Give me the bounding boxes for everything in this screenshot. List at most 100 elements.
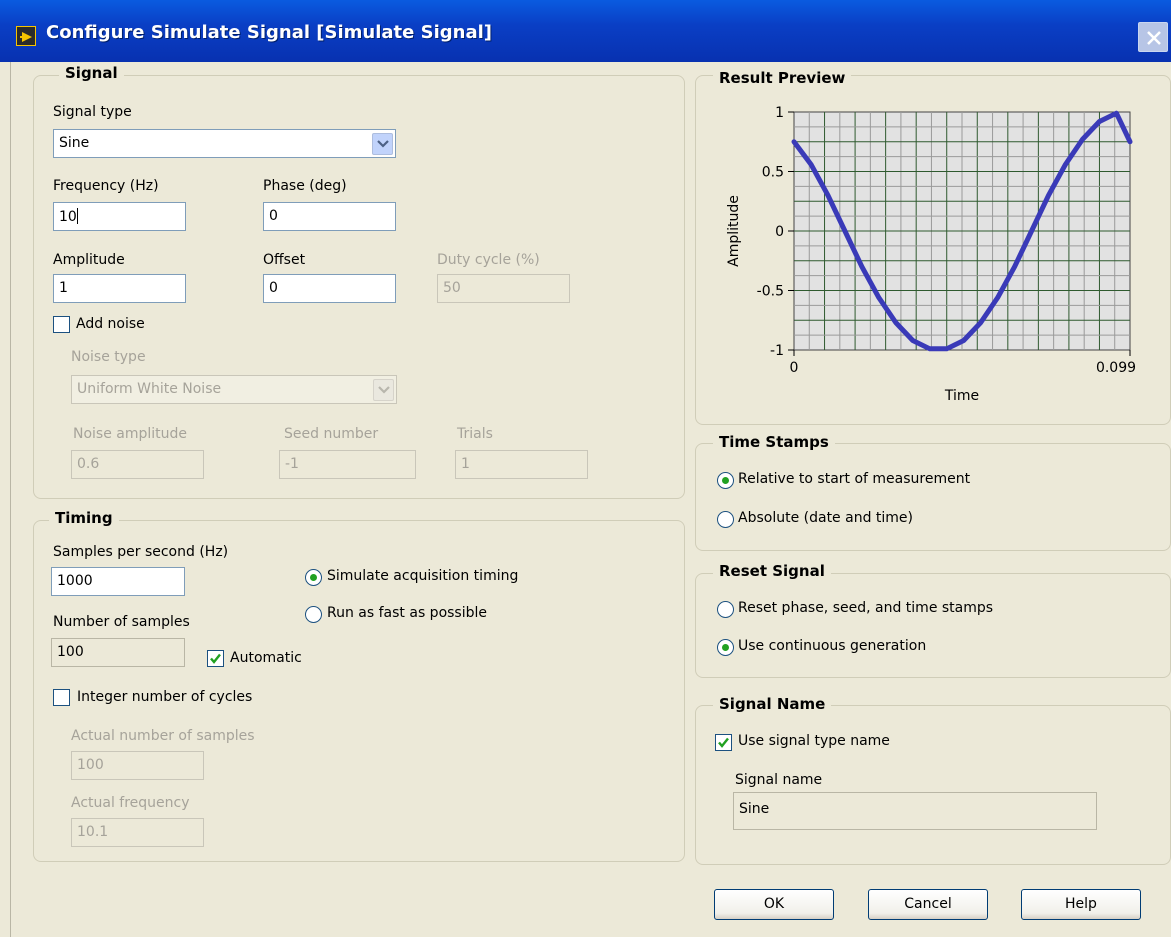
run-fast-radio[interactable] — [305, 606, 322, 623]
ok-button[interactable]: OK — [714, 889, 834, 920]
chevron-down-icon[interactable] — [373, 379, 394, 401]
noise-amplitude-label: Noise amplitude — [73, 426, 188, 442]
run-fast-label[interactable]: Run as fast as possible — [327, 605, 487, 621]
simulate-timing-label[interactable]: Simulate acquisition timing — [327, 568, 518, 584]
checkmark-icon — [718, 737, 729, 748]
checkmark-icon — [210, 653, 221, 664]
reset-phase-radio[interactable] — [717, 601, 734, 618]
integer-cycles-checkbox[interactable] — [53, 689, 70, 706]
offset-input[interactable]: 0 — [263, 274, 396, 303]
phase-input[interactable]: 0 — [263, 202, 396, 231]
series-point — [843, 229, 847, 233]
series-point — [928, 347, 932, 351]
series-point — [979, 321, 983, 325]
actual-frequency-input: 10.1 — [71, 818, 204, 847]
cancel-button[interactable]: Cancel — [868, 889, 988, 920]
actual-samples-label: Actual number of samples — [71, 728, 255, 744]
signal-name-label: Signal name — [735, 772, 823, 788]
x-tick-label: 0.099 — [1096, 360, 1136, 376]
y-tick-label: -0.5 — [757, 284, 784, 300]
signal-name-input[interactable]: Sine — [733, 792, 1097, 830]
series-point — [792, 140, 796, 144]
series-point — [894, 321, 898, 325]
series-point — [826, 193, 830, 197]
time-stamps-group — [695, 443, 1171, 551]
series-point — [1064, 162, 1068, 166]
amplitude-input[interactable]: 1 — [53, 274, 186, 303]
samples-per-second-input[interactable]: 1000 — [51, 567, 185, 596]
relative-timestamp-radio[interactable] — [717, 472, 734, 489]
frequency-input[interactable]: 10 — [53, 202, 186, 231]
continuous-generation-radio[interactable] — [717, 639, 734, 656]
x-axis-label: Time — [944, 388, 979, 404]
signal-group-label: Signal — [59, 64, 124, 82]
dialog-window: Configure Simulate Signal [Simulate Sign… — [0, 0, 1171, 937]
amplitude-label: Amplitude — [53, 252, 125, 268]
y-tick-label: 0 — [775, 224, 784, 240]
trials-input[interactable]: 1 — [455, 450, 588, 479]
series-point — [911, 338, 915, 342]
absolute-timestamp-radio[interactable] — [717, 511, 734, 528]
title-bar[interactable]: Configure Simulate Signal [Simulate Sign… — [0, 0, 1171, 62]
series-point — [962, 338, 966, 342]
signal-name-group-label: Signal Name — [713, 695, 832, 713]
add-noise-checkbox[interactable] — [53, 316, 70, 333]
phase-label: Phase (deg) — [263, 178, 347, 194]
series-point — [1013, 265, 1017, 269]
result-preview-group-label: Result Preview — [713, 69, 852, 87]
noise-type-select[interactable]: Uniform White Noise — [71, 375, 397, 404]
number-of-samples-input[interactable]: 100 — [51, 638, 185, 667]
noise-type-value: Uniform White Noise — [77, 381, 222, 397]
signal-type-label: Signal type — [53, 104, 132, 120]
dialog-title: Configure Simulate Signal [Simulate Sign… — [46, 22, 493, 43]
automatic-checkbox[interactable] — [207, 650, 224, 667]
help-button[interactable]: Help — [1021, 889, 1141, 920]
add-noise-label[interactable]: Add noise — [76, 316, 145, 332]
x-tick-label: 0 — [790, 360, 799, 376]
relative-timestamp-label[interactable]: Relative to start of measurement — [738, 471, 970, 487]
actual-frequency-label: Actual frequency — [71, 795, 190, 811]
simulate-timing-radio[interactable] — [305, 569, 322, 586]
series-point — [1080, 137, 1084, 141]
series-point — [945, 347, 949, 351]
dialog-content: Signal Signal type Sine Frequency (Hz) 1… — [10, 62, 1171, 937]
offset-label: Offset — [263, 252, 306, 268]
absolute-timestamp-label[interactable]: Absolute (date and time) — [738, 510, 913, 526]
time-stamps-group-label: Time Stamps — [713, 433, 835, 451]
noise-type-label: Noise type — [71, 349, 146, 365]
frequency-label: Frequency (Hz) — [53, 178, 159, 194]
result-preview-chart: 1 0.5 0 -0.5 -1 0 0.099 Time Amplitude — [701, 94, 1165, 414]
timing-group-label: Timing — [49, 509, 119, 527]
automatic-label[interactable]: Automatic — [230, 650, 302, 666]
series-point — [1030, 229, 1034, 233]
series-point — [1047, 193, 1051, 197]
series-point — [860, 265, 864, 269]
y-tick-label: 0.5 — [762, 165, 784, 181]
y-tick-label: -1 — [770, 343, 784, 359]
seed-number-label: Seed number — [284, 426, 379, 442]
noise-amplitude-input[interactable]: 0.6 — [71, 450, 204, 479]
reset-phase-label[interactable]: Reset phase, seed, and time stamps — [738, 600, 993, 616]
integer-cycles-label[interactable]: Integer number of cycles — [77, 689, 252, 705]
labview-express-icon — [16, 26, 36, 46]
series-point — [996, 296, 1000, 300]
continuous-generation-label[interactable]: Use continuous generation — [738, 638, 926, 654]
actual-samples-input: 100 — [71, 751, 204, 780]
reset-signal-group — [695, 573, 1171, 678]
use-type-name-checkbox[interactable] — [715, 734, 732, 751]
series-point — [1097, 120, 1101, 124]
chart-svg: 1 0.5 0 -0.5 -1 0 0.099 Time Amplitude — [726, 105, 1136, 404]
series-point — [877, 296, 881, 300]
chevron-down-icon[interactable] — [372, 133, 393, 155]
series-point — [1114, 111, 1118, 115]
use-type-name-label[interactable]: Use signal type name — [738, 733, 890, 749]
trials-label: Trials — [457, 426, 493, 442]
signal-type-select[interactable]: Sine — [53, 129, 396, 158]
y-axis-label: Amplitude — [726, 195, 742, 267]
duty-cycle-input[interactable]: 50 — [437, 274, 570, 303]
series-point — [809, 162, 813, 166]
seed-number-input[interactable]: -1 — [279, 450, 416, 479]
series-point — [1128, 140, 1132, 144]
close-icon[interactable] — [1138, 22, 1168, 52]
samples-per-second-label: Samples per second (Hz) — [53, 544, 229, 560]
